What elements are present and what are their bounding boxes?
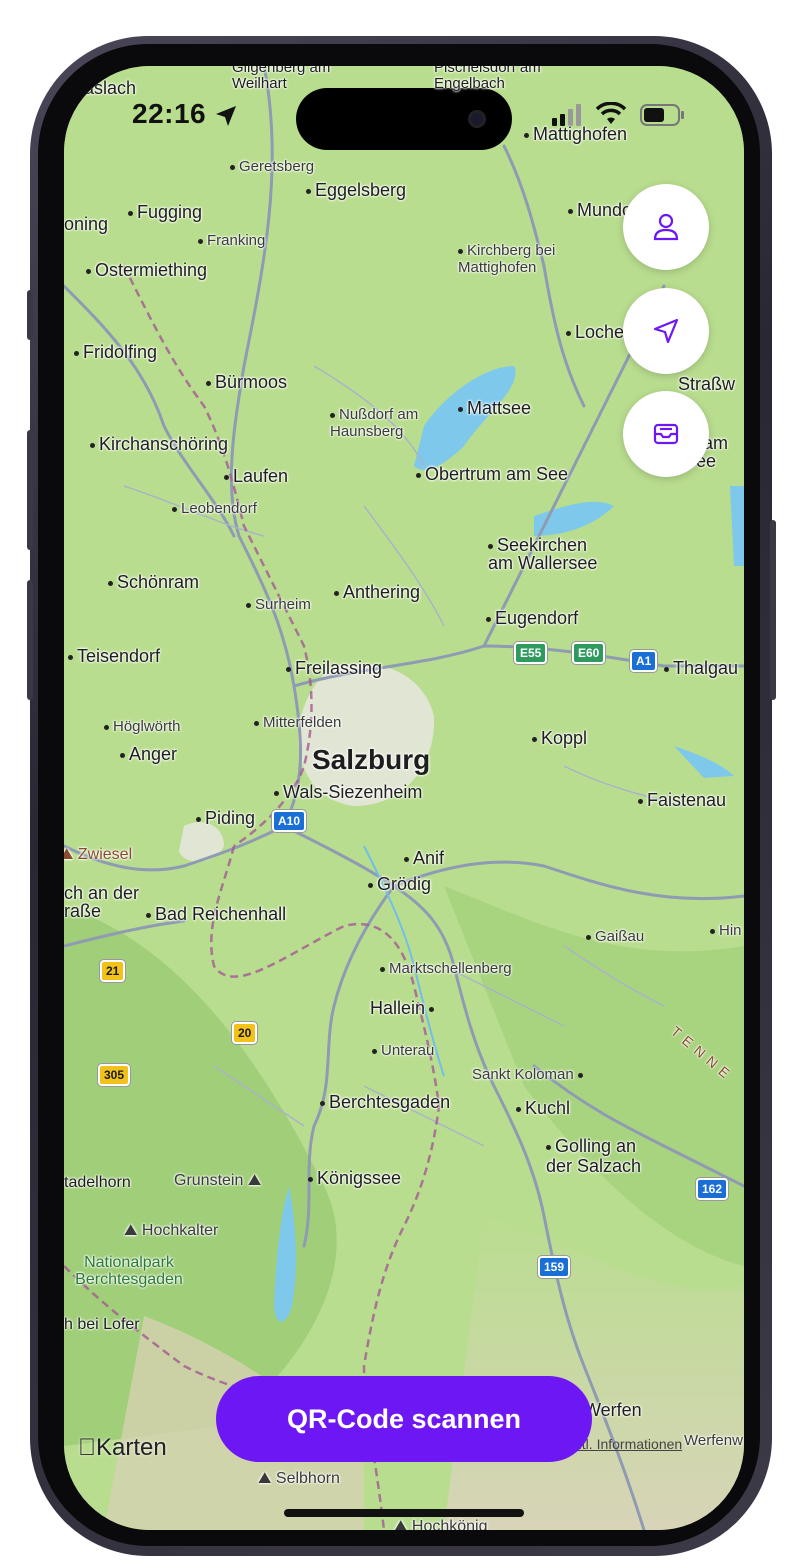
tray-icon: [653, 423, 679, 445]
apple-logo-icon: : [78, 1434, 96, 1461]
map-place: Anif: [404, 848, 444, 869]
map-edge-label: h bei Lofer: [64, 1316, 140, 1333]
map-place: Faistenau: [638, 790, 726, 811]
map-place: Sankt Koloman: [472, 1066, 587, 1083]
map-place: Eugendorf: [486, 608, 578, 629]
map-place: Obertrum am See: [416, 464, 568, 485]
front-camera-icon: [468, 110, 486, 128]
map-place: Koppl: [532, 728, 587, 749]
map-place: Teisendorf: [68, 646, 160, 667]
road-shield: A10: [272, 810, 307, 832]
map-place: Schönram: [108, 572, 199, 593]
location-arrow-icon: [653, 318, 679, 344]
phone-power-button: [770, 520, 776, 700]
map-place: Werfen: [584, 1400, 642, 1420]
status-time: 22:16: [132, 98, 207, 129]
road-shield: E60: [572, 642, 606, 664]
map-edge-label: Mundo: [568, 200, 632, 221]
map-place: Höglwörth: [104, 718, 181, 735]
map-place: Bad Reichenhall: [146, 904, 286, 925]
map-place: Fridolfing: [74, 342, 157, 363]
map-place: Anger: [120, 744, 177, 765]
map-place: Wals-Siezenheim: [274, 782, 422, 803]
dynamic-island: [296, 88, 512, 150]
map-place: Fugging: [128, 202, 202, 223]
map-edge-label: ch an der raße: [64, 883, 140, 921]
map-edge-label: Pischelsdorf am Engelbach: [434, 66, 541, 92]
phone-mute-switch: [27, 290, 33, 340]
map-place: Anthering: [334, 582, 420, 603]
map-place: Bürmoos: [206, 372, 287, 393]
map-peak: ⛰ Hochkönig: [394, 1518, 488, 1530]
locate-me-button[interactable]: [623, 288, 709, 374]
map-place: Mattighofen: [524, 124, 627, 145]
map-place: Kirchberg bei Mattighofen: [458, 242, 556, 276]
map-place: Marktschellenberg: [380, 960, 512, 977]
map-edge-label: Loche: [566, 322, 624, 343]
road-shield: A1: [630, 650, 658, 672]
wifi-icon: [596, 102, 626, 124]
map-place: Thalgau: [664, 658, 738, 679]
road-shield: E55: [514, 642, 548, 664]
scan-qr-code-button[interactable]: QR-Code scannen: [216, 1376, 592, 1462]
map-place: Freilassing: [286, 658, 382, 679]
map-edge-label: aslach: [84, 78, 137, 98]
map-edge-label: oning: [64, 214, 109, 234]
apple-maps-attribution: Karten: [78, 1434, 167, 1462]
map-place: Nußdorf am Haunsberg: [330, 406, 419, 440]
map-place: Grödig: [368, 874, 431, 895]
map-place: Geretsberg: [230, 158, 314, 175]
map-place: Ostermiething: [86, 260, 207, 281]
map-place: Seekirchen am Wallersee: [488, 535, 598, 573]
map-edge-label: tadelhorn: [64, 1174, 131, 1191]
map-place: Eggelsberg: [306, 180, 406, 201]
profile-button[interactable]: [623, 184, 709, 270]
map-place: Berchtesgaden: [320, 1092, 450, 1113]
battery-icon: [640, 104, 684, 126]
map-place: Franking: [198, 232, 265, 249]
map-main-city: Salzburg: [312, 744, 431, 775]
location-services-icon: [216, 106, 236, 126]
map-place: Golling an der Salzach: [546, 1136, 642, 1176]
map-peak: Grunstein ⛰: [174, 1172, 262, 1189]
map-place: Leobendorf: [172, 500, 257, 517]
phone-volume-up: [27, 430, 33, 550]
map-place: Gaißau: [586, 928, 644, 945]
home-indicator[interactable]: [284, 1509, 524, 1517]
map-national-park: Nationalpark Berchtesgaden: [75, 1254, 183, 1288]
legal-info-link[interactable]: ntl. Informationen: [574, 1436, 682, 1452]
map-edge-label: Hin: [710, 922, 742, 939]
phone-volume-down: [27, 580, 33, 700]
map-place: Laufen: [224, 466, 288, 487]
maps-brand-label: Karten: [78, 1434, 167, 1461]
map-edge-label: Werfenw: [684, 1432, 743, 1449]
person-icon: [653, 213, 679, 241]
screen: 22:16 Gilgenberg am Weilhart Pischelsdor…: [64, 66, 744, 1530]
map-place: Kuchl: [516, 1098, 570, 1119]
road-shield: 21: [100, 960, 126, 982]
map-place: Königssee: [308, 1168, 401, 1189]
map-edge-label: Straßw: [678, 374, 736, 394]
road-shield: 159: [538, 1256, 571, 1278]
map-peak: ⛰ Selbhorn: [258, 1470, 340, 1487]
map-place: Hallein: [370, 998, 438, 1019]
map-place: Surheim: [246, 596, 311, 613]
map-edge-label: Gilgenberg am Weilhart: [232, 66, 331, 92]
map-place: Piding: [196, 808, 255, 829]
map-peak: ⛰ Zwiesel: [64, 846, 133, 863]
road-shield: 305: [98, 1064, 131, 1086]
map-place: Unterau: [372, 1042, 434, 1059]
map-place: Mitterfelden: [254, 714, 341, 731]
road-shield: 162: [696, 1178, 729, 1200]
map-peak: ⛰ Hochkalter: [124, 1222, 219, 1239]
cellular-signal-icon: [552, 104, 581, 126]
map-place: Mattsee: [458, 398, 531, 419]
inbox-button[interactable]: [623, 391, 709, 477]
map-place: Kirchanschöring: [90, 434, 228, 455]
status-bar: 22:16: [64, 66, 744, 150]
road-shield: 20: [232, 1022, 258, 1044]
